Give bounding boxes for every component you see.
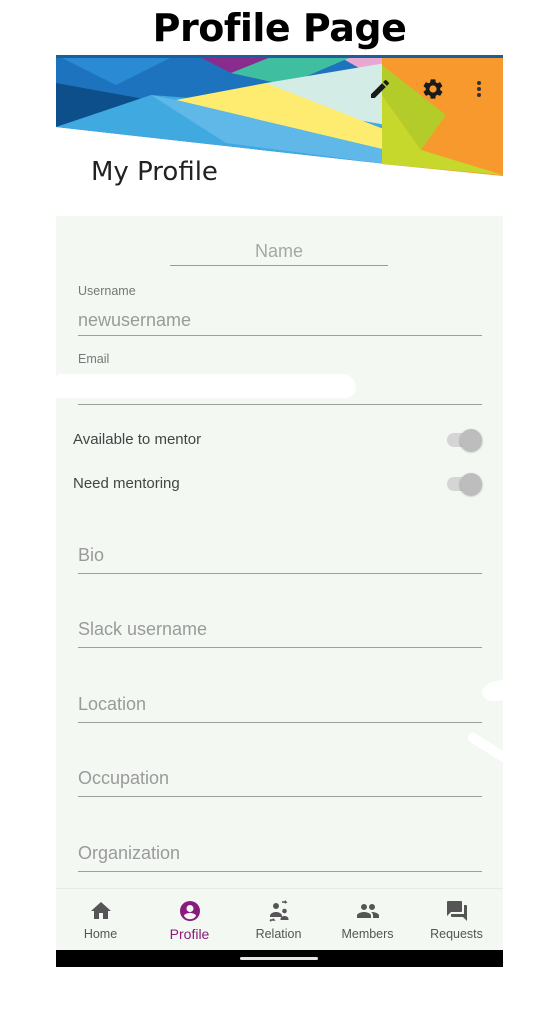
email-label: Email bbox=[78, 352, 110, 366]
nav-item-relation[interactable]: Relation bbox=[234, 889, 323, 951]
organization-input[interactable]: Organization bbox=[78, 832, 482, 872]
scribble-mark bbox=[480, 678, 503, 704]
bottom-navigation: Home Profile Relation Members Requests bbox=[56, 888, 503, 950]
need-mentoring-switch[interactable] bbox=[447, 472, 483, 496]
system-navigation-bar bbox=[56, 950, 503, 967]
name-input[interactable]: Name bbox=[170, 236, 388, 266]
location-input[interactable]: Location bbox=[78, 683, 482, 723]
people-icon bbox=[357, 904, 379, 918]
nav-item-members[interactable]: Members bbox=[323, 889, 412, 951]
nav-label: Members bbox=[341, 927, 394, 941]
nav-item-home[interactable]: Home bbox=[56, 889, 145, 951]
account-circle-icon bbox=[180, 901, 200, 921]
nav-label: Requests bbox=[430, 927, 483, 941]
available-to-mentor-row: Available to mentor bbox=[73, 425, 483, 455]
email-field[interactable]: Email bbox=[56, 350, 482, 405]
home-indicator[interactable] bbox=[240, 957, 318, 960]
need-mentoring-label: Need mentoring bbox=[73, 475, 180, 492]
slack-username-placeholder: Slack username bbox=[78, 619, 208, 639]
profile-form: Name Username newusername Email Availabl… bbox=[56, 216, 503, 888]
name-placeholder: Name bbox=[254, 241, 303, 261]
header-banner: My Profile bbox=[56, 55, 503, 215]
bio-input[interactable]: Bio bbox=[78, 534, 482, 574]
forum-icon bbox=[447, 901, 467, 921]
nav-label: Profile bbox=[169, 926, 210, 942]
more-vert-icon[interactable] bbox=[468, 77, 490, 101]
username-value: newusername bbox=[78, 310, 192, 330]
switch-thumb bbox=[460, 473, 482, 495]
page-title: My Profile bbox=[91, 157, 218, 187]
page-caption: Profile Page bbox=[152, 6, 407, 50]
need-mentoring-row: Need mentoring bbox=[73, 469, 483, 499]
nav-item-profile[interactable]: Profile bbox=[145, 889, 234, 951]
occupation-input[interactable]: Occupation bbox=[78, 757, 482, 797]
available-to-mentor-switch[interactable] bbox=[447, 428, 483, 452]
organization-placeholder: Organization bbox=[78, 843, 181, 863]
relation-icon bbox=[269, 900, 289, 922]
username-field[interactable]: Username newusername bbox=[78, 280, 482, 336]
bio-placeholder: Bio bbox=[78, 545, 105, 565]
switch-thumb bbox=[460, 429, 482, 451]
location-placeholder: Location bbox=[78, 694, 147, 714]
username-label: Username bbox=[78, 284, 136, 298]
settings-icon[interactable] bbox=[421, 77, 445, 101]
available-to-mentor-label: Available to mentor bbox=[73, 431, 202, 448]
phone-screen: My Profile Name Username newusername Ema… bbox=[56, 55, 503, 967]
edit-icon[interactable] bbox=[368, 77, 392, 101]
nav-label: Home bbox=[83, 927, 118, 941]
occupation-placeholder: Occupation bbox=[78, 768, 170, 788]
nav-item-requests[interactable]: Requests bbox=[412, 889, 501, 951]
nav-label: Relation bbox=[255, 927, 302, 941]
slack-username-input[interactable]: Slack username bbox=[78, 608, 482, 648]
home-icon bbox=[91, 902, 111, 919]
email-redaction bbox=[56, 374, 356, 398]
